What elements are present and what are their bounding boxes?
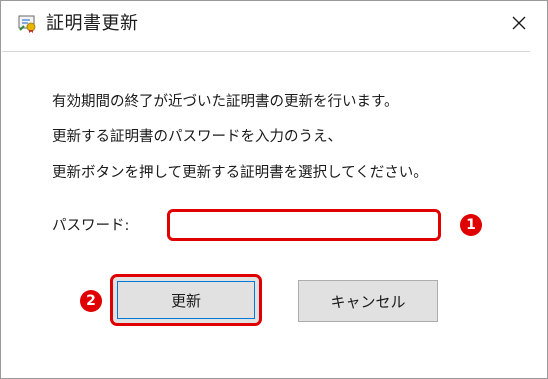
dialog-content: 有効期間の終了が近づいた証明書の更新を行います。 更新する証明書のパスワードを入…	[2, 51, 530, 366]
message-line-2: 更新する証明書のパスワードを入力のうえ、	[52, 129, 342, 145]
message-line-1: 有効期間の終了が近づいた証明書の更新を行います。	[52, 94, 399, 110]
message-line-3: 更新ボタンを押して更新する証明書を選択してください。	[52, 165, 428, 181]
close-button[interactable]	[497, 7, 541, 43]
password-label: パスワード:	[52, 218, 130, 234]
step-marker-2: 2	[80, 290, 102, 312]
window-title: 証明書更新	[46, 13, 139, 34]
update-button[interactable]: 更新	[110, 274, 262, 326]
close-icon	[511, 15, 527, 35]
password-input[interactable]	[167, 209, 441, 241]
cancel-button[interactable]: キャンセル	[298, 280, 438, 322]
dialog-window: 証明書更新 有効期間の終了が近づいた証明書の更新を行います。 更新する証明書のパ…	[0, 0, 548, 379]
title-bar: 証明書更新	[1, 1, 547, 51]
certificate-icon	[18, 14, 38, 34]
step-marker-1: 1	[460, 214, 482, 236]
update-button-label: 更新	[117, 281, 255, 319]
